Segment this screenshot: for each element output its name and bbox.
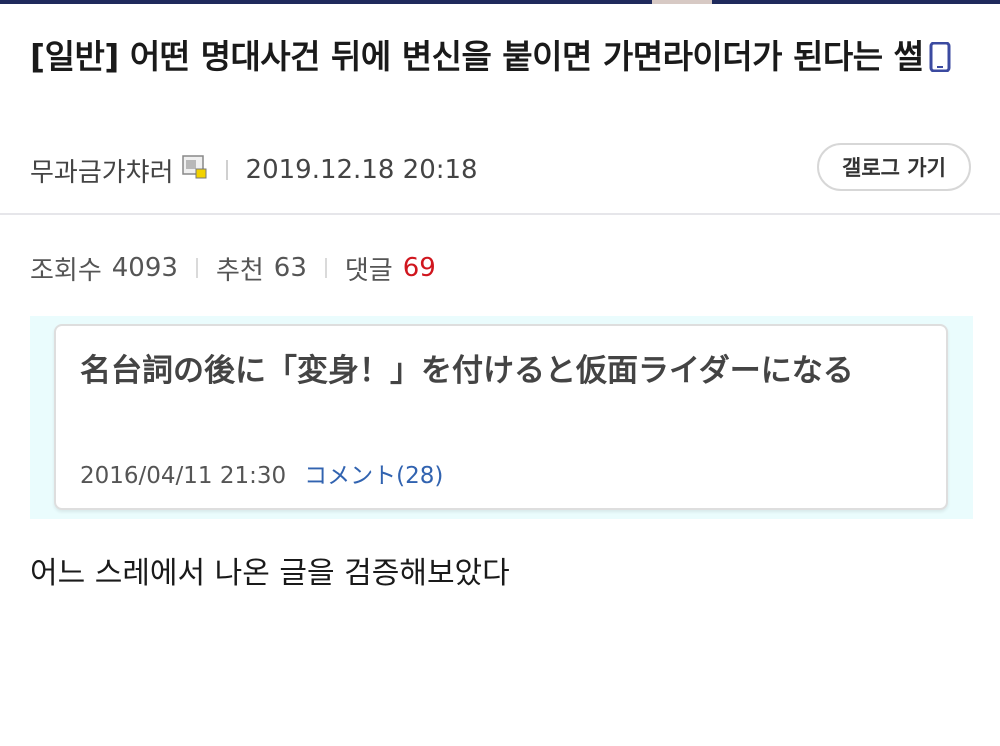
recommend-label: 추천 (215, 255, 264, 286)
mobile-phone-icon (929, 36, 951, 86)
author-name[interactable]: 무과금가챠러 (30, 152, 174, 189)
member-grade-icon (181, 154, 208, 187)
meta-divider (225, 160, 228, 180)
top-image-edge (652, 0, 712, 4)
post-body-text: 어느 스레에서 나온 글을 검증해보았다 (30, 556, 510, 591)
header-divider (0, 213, 1000, 215)
views-label: 조회수 (30, 255, 102, 286)
views-count: 4093 (111, 253, 178, 283)
post-title: [일반] 어떤 명대사건 뒤에 변신을 붙이면 가면라이더가 된다는 썰 (30, 32, 975, 86)
comments-label: 댓글 (344, 255, 393, 286)
recommend-count: 63 (273, 253, 307, 283)
embedded-post-meta: 2016/04/11 21:30 コメント(28) (80, 456, 443, 490)
stats-divider (195, 258, 198, 278)
embedded-post-title: 名台詞の後に「変身！」を付けると仮面ライダーになる (80, 353, 854, 389)
embedded-post-card: 名台詞の後に「変身！」を付けると仮面ライダーになる 2016/04/11 21:… (54, 324, 948, 510)
post-meta: 무과금가챠러 2019.12.18 20:18 (30, 150, 478, 190)
post-datetime: 2019.12.18 20:18 (245, 155, 478, 185)
comments-count: 69 (402, 253, 436, 283)
embedded-post-date: 2016/04/11 21:30 (80, 463, 287, 489)
post-stats: 조회수 4093 추천 63 댓글 69 (30, 248, 436, 288)
stats-divider (324, 258, 327, 278)
embedded-comments-link: コメント(28) (304, 463, 444, 489)
top-status-strip (0, 0, 1000, 4)
gallery-log-button[interactable]: 갤로그 가기 (817, 143, 971, 191)
post-title-text: [일반] 어떤 명대사건 뒤에 변신을 붙이면 가면라이더가 된다는 썰 (30, 37, 924, 76)
embedded-screenshot: 名台詞の後に「変身！」を付けると仮面ライダーになる 2016/04/11 21:… (30, 316, 973, 519)
